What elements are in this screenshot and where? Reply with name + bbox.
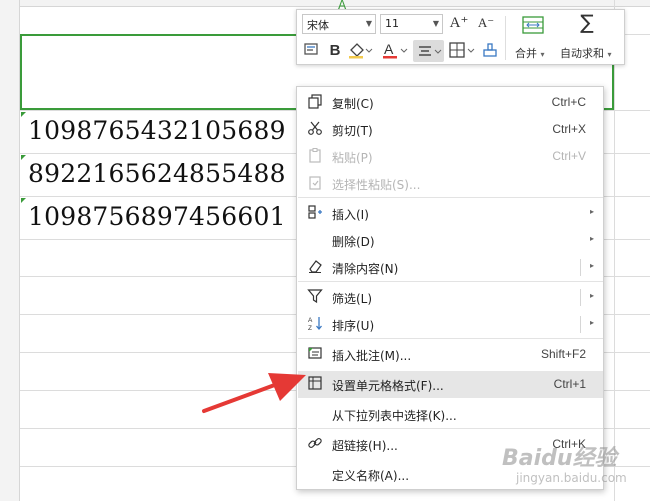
menu-item-label: 清除内容(N) (332, 262, 399, 276)
svg-text:A: A (384, 41, 394, 57)
merge-button[interactable]: 合并 ▾ (515, 45, 545, 61)
font-size-select[interactable]: 11 ▼ (380, 14, 443, 34)
context-menu-item[interactable]: 清除内容(N) ▸ (298, 254, 603, 281)
menu-item-label: 选择性粘贴(S)... (332, 178, 421, 192)
chevron-down-icon: ▼ (432, 19, 439, 28)
svg-text:A: A (308, 317, 313, 324)
scissors-icon (306, 120, 324, 138)
increase-font-size-icon[interactable]: A⁺ (448, 13, 470, 33)
menu-item-label: 从下拉列表中选择(K)... (332, 409, 457, 423)
merge-label: 合并 (515, 47, 537, 60)
center-align-button[interactable] (413, 40, 444, 62)
bold-button[interactable]: B (325, 41, 345, 61)
context-menu-item: 粘贴(P) Ctrl+V (298, 143, 603, 170)
borders-icon[interactable] (448, 41, 476, 64)
submenu-split-divider (580, 316, 581, 333)
context-menu-item[interactable]: A Z 排序(U) ▸ (298, 311, 603, 338)
menu-divider (298, 428, 603, 429)
menu-item-label: 插入批注(M)... (332, 349, 412, 363)
comment-icon (306, 345, 324, 363)
context-menu-item[interactable]: 插入(I) ▸ (298, 200, 603, 227)
cell-value[interactable]: 8922165624855488 (28, 159, 286, 188)
eraser-icon (306, 258, 324, 276)
clear-format-icon[interactable] (480, 41, 500, 64)
toolbar-divider (505, 16, 506, 60)
context-menu-item[interactable]: 筛选(L) ▸ (298, 284, 603, 311)
autosum-button[interactable]: 自动求和 ▾ (560, 45, 612, 61)
context-menu: 复制(C) Ctrl+C 剪切(T) Ctrl+X 粘贴(P) Ctrl+V 选择性粘贴(S… (296, 86, 604, 490)
chevron-right-icon: ▸ (589, 318, 594, 327)
watermark: Baidu经验 (502, 446, 617, 471)
font-size-value: 11 (385, 17, 399, 30)
submenu-split-divider (580, 289, 581, 306)
submenu-split-divider (580, 259, 581, 276)
error-indicator (21, 198, 26, 203)
filter-icon (306, 288, 324, 306)
menu-item-label: 删除(D) (332, 235, 375, 249)
sort-icon: AZ (306, 315, 324, 333)
chevron-right-icon: ▸ (589, 234, 594, 243)
mini-toolbar: 宋体 ▼ 11 ▼ A⁺ A⁻ B A 合并 ▾ ∑ 自动求和 ▾ (296, 9, 625, 65)
fill-color-icon[interactable] (347, 41, 373, 66)
font-name-value: 宋体 (307, 19, 329, 32)
menu-item-label: 排序(U) (332, 319, 375, 333)
menu-item-label: 插入(I) (332, 208, 369, 222)
menu-item-shortcut: Shift+F2 (540, 347, 586, 361)
column-header-bar (0, 0, 650, 7)
chevron-down-icon: ▼ (365, 19, 372, 28)
paste-icon (306, 147, 324, 165)
autosum-icon[interactable]: ∑ (575, 12, 599, 32)
row-header-bar (0, 0, 20, 501)
svg-text:Z: Z (308, 325, 312, 331)
grid-line (614, 0, 615, 501)
insert-icon (306, 204, 324, 222)
chevron-right-icon: ▸ (589, 207, 594, 216)
font-name-select[interactable]: 宋体 ▼ (302, 14, 376, 34)
cell-value[interactable]: 1098765432105689 (28, 116, 286, 145)
menu-item-label: 定义名称(A)... (332, 469, 410, 483)
link-icon (306, 435, 324, 453)
menu-item-label: 剪切(T) (332, 124, 373, 138)
decrease-font-size-icon[interactable]: A⁻ (475, 13, 497, 33)
menu-item-label: 超链接(H)... (332, 439, 398, 453)
format-painter-icon[interactable] (301, 41, 321, 64)
error-indicator (21, 112, 26, 117)
menu-item-label: 筛选(L) (332, 292, 373, 306)
menu-item-shortcut: Ctrl+1 (553, 377, 586, 391)
font-color-icon[interactable]: A (381, 41, 409, 64)
merge-cells-icon[interactable] (519, 14, 547, 41)
annotation-arrow-icon (202, 373, 306, 413)
menu-divider (298, 197, 603, 198)
context-menu-item[interactable]: 剪切(T) Ctrl+X (298, 116, 603, 143)
paste-special-icon (306, 174, 324, 192)
context-menu-item[interactable]: 复制(C) Ctrl+C (298, 89, 603, 116)
menu-divider (298, 338, 603, 339)
copy-icon (306, 93, 324, 111)
menu-item-label: 复制(C) (332, 97, 374, 111)
menu-item-shortcut: Ctrl+X (552, 122, 586, 136)
context-menu-item[interactable]: 从下拉列表中选择(K)... (298, 401, 603, 428)
chevron-right-icon: ▸ (589, 261, 594, 270)
context-menu-item[interactable]: 插入批注(M)... Shift+F2 (298, 341, 603, 368)
menu-divider (298, 281, 603, 282)
autosum-label: 自动求和 (560, 47, 604, 60)
menu-item-label: 粘贴(P) (332, 151, 373, 165)
menu-item-label: 设置单元格格式(F)... (332, 379, 444, 393)
watermark-url: jingyan.baidu.com (516, 471, 627, 485)
context-menu-item[interactable]: 设置单元格格式(F)... Ctrl+1 (298, 371, 603, 398)
menu-item-shortcut: Ctrl+V (552, 149, 586, 163)
menu-item-shortcut: Ctrl+C (551, 95, 586, 109)
error-indicator (21, 155, 26, 160)
context-menu-item[interactable]: 删除(D) ▸ (298, 227, 603, 254)
context-menu-item: 选择性粘贴(S)... (298, 170, 603, 197)
cell-value[interactable]: 1098756897456601 (28, 202, 286, 231)
chevron-right-icon: ▸ (589, 291, 594, 300)
